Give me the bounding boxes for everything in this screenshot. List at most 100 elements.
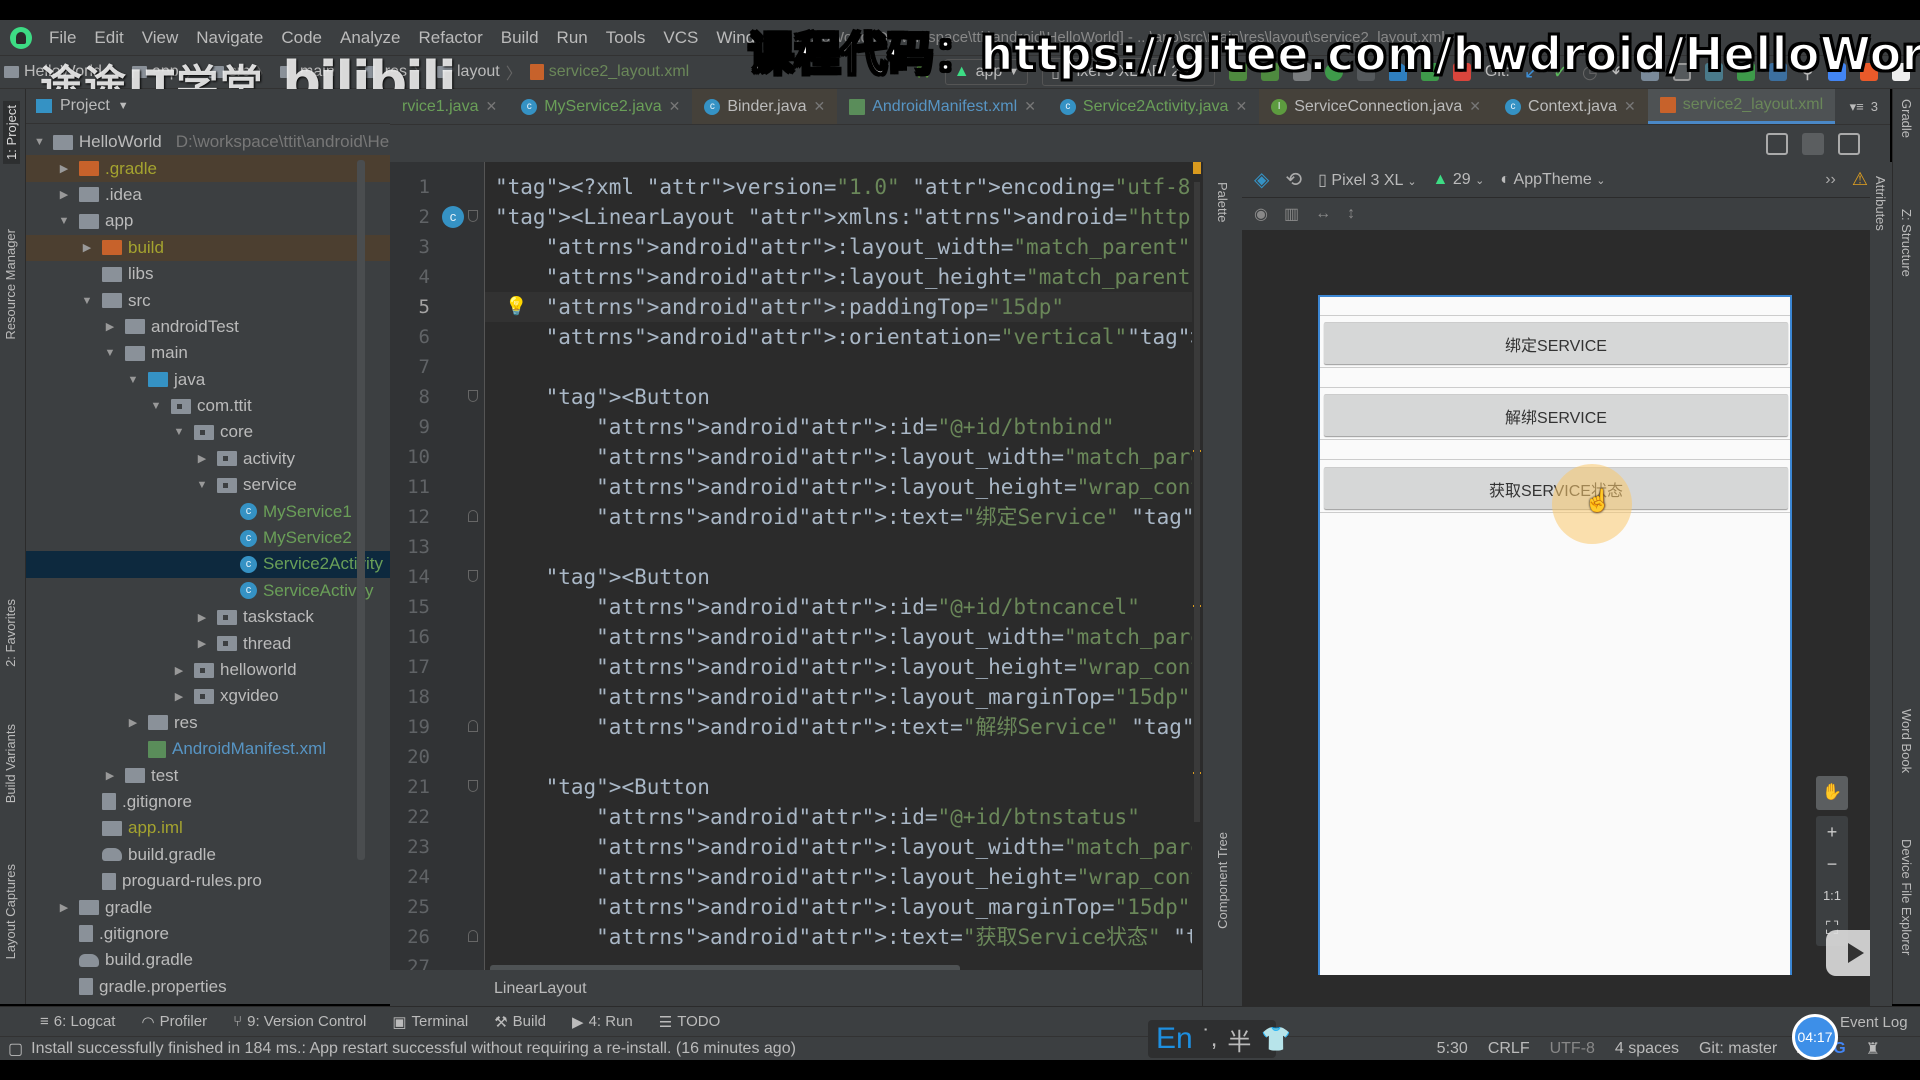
- fold-end-icon[interactable]: [468, 930, 478, 942]
- warning-icon[interactable]: ⚠: [1852, 169, 1868, 190]
- expand-down-icon[interactable]: ▼: [126, 374, 140, 386]
- expand-down-icon[interactable]: ▼: [57, 215, 71, 227]
- code-line[interactable]: "tag"><Button: [495, 772, 710, 802]
- tree-item[interactable]: .gitignore: [26, 789, 390, 815]
- menu-code[interactable]: Code: [272, 28, 331, 48]
- expand-down-icon[interactable]: ▼: [195, 479, 209, 491]
- menu-view[interactable]: View: [133, 28, 188, 48]
- tool-window-build-variants[interactable]: Build Variants: [3, 724, 18, 803]
- ime-skin-icon[interactable]: 👕: [1261, 1025, 1291, 1054]
- zoom-out-button[interactable]: −: [1816, 848, 1848, 880]
- fold-icon[interactable]: [468, 390, 478, 402]
- tabs-overflow-button[interactable]: ▾≡ 3: [1838, 89, 1890, 124]
- ime-language[interactable]: En: [1156, 1022, 1193, 1056]
- menu-tools[interactable]: Tools: [597, 28, 655, 48]
- code-line[interactable]: "attrns">android"attr">:layout_width="ma…: [495, 832, 1202, 862]
- tree-item[interactable]: c MyService1: [26, 498, 390, 524]
- tool-window-word-book[interactable]: Word Book: [1899, 709, 1914, 773]
- fold-icon[interactable]: [468, 780, 478, 792]
- status-toggle-icon[interactable]: ▢: [8, 1039, 23, 1059]
- tree-item[interactable]: ▶ .gradle: [26, 155, 390, 182]
- expand-down-icon[interactable]: ▼: [103, 347, 117, 359]
- tree-item[interactable]: ▼ HelloWorld D:\workspace\ttit\android\Hel…: [26, 129, 390, 155]
- component-tree-tab[interactable]: Component Tree: [1215, 832, 1230, 929]
- fold-icon[interactable]: [468, 210, 478, 222]
- tree-item[interactable]: ▼ app: [26, 208, 390, 234]
- code-line[interactable]: "attrns">android"attr">:paddingTop="15dp…: [485, 292, 1202, 322]
- tool-window-favorites[interactable]: 2: Favorites: [3, 599, 18, 667]
- breadcrumb-file[interactable]: service2_layout.xml: [526, 63, 694, 81]
- inspector-icon[interactable]: ♜: [1866, 1039, 1880, 1059]
- code-line[interactable]: "attrns">android"attr">:layout_marginTop…: [495, 892, 1190, 922]
- preview-button-bind[interactable]: 绑定SERVICE: [1324, 322, 1788, 364]
- tree-item[interactable]: ▼ java: [26, 367, 390, 393]
- pan-hand-icon[interactable]: ✋: [1816, 776, 1848, 810]
- tree-item[interactable]: ▶ androidTest: [26, 314, 390, 340]
- tree-item[interactable]: ▶ test: [26, 762, 390, 788]
- code-line[interactable]: "attrns">android"attr">:layout_width="ma…: [495, 232, 1191, 262]
- indent-setting[interactable]: 4 spaces: [1615, 1040, 1679, 1058]
- fold-end-icon[interactable]: [468, 720, 478, 732]
- expand-right-icon[interactable]: ▶: [172, 690, 186, 703]
- close-icon[interactable]: ✕: [814, 98, 826, 115]
- expand-right-icon[interactable]: ▶: [103, 320, 117, 333]
- tab-myservice1[interactable]: rvice1.java ✕: [390, 89, 509, 124]
- tab-myservice2[interactable]: c MyService2.java ✕: [509, 89, 692, 124]
- expand-right-icon[interactable]: ▶: [195, 637, 209, 650]
- expand-right-icon[interactable]: ▶: [57, 162, 71, 175]
- palette-tab[interactable]: Palette: [1215, 182, 1230, 222]
- code-line[interactable]: "attrns">android"attr">:layout_marginTop…: [495, 682, 1190, 712]
- xml-breadcrumb-item[interactable]: LinearLayout: [494, 980, 587, 997]
- tool-build[interactable]: ⚒ Build: [494, 1013, 546, 1031]
- tree-item[interactable]: ▶ taskstack: [26, 604, 390, 630]
- code-line[interactable]: "attrns">android"attr">:id="@+id/btncanc…: [495, 592, 1140, 622]
- line-separator[interactable]: CRLF: [1488, 1040, 1530, 1058]
- expand-right-icon[interactable]: ▶: [172, 664, 186, 677]
- code-line[interactable]: "tag"><Button: [495, 382, 710, 412]
- menu-analyze[interactable]: Analyze: [331, 28, 409, 48]
- close-icon[interactable]: ✕: [1235, 98, 1247, 115]
- expand-right-icon[interactable]: ▶: [195, 452, 209, 465]
- close-icon[interactable]: ✕: [1024, 98, 1036, 115]
- tree-item[interactable]: AndroidManifest.xml: [26, 736, 390, 762]
- tree-item[interactable]: ▼ core: [26, 419, 390, 445]
- code-line[interactable]: "attrns">android"attr">:layout_height="m…: [495, 262, 1202, 292]
- tool-terminal[interactable]: ▣ Terminal: [392, 1013, 468, 1031]
- menu-run[interactable]: Run: [548, 28, 597, 48]
- tool-window-gradle[interactable]: Gradle: [1899, 99, 1914, 138]
- ime-width-mode[interactable]: 半: [1227, 1022, 1251, 1057]
- code-line[interactable]: "attrns">android"attr">:text="解绑Service"…: [495, 712, 1202, 742]
- tool-window-project[interactable]: 1: Project: [3, 101, 20, 164]
- device-select[interactable]: ▯ Pixel 3 XL ⌄: [1318, 170, 1416, 190]
- tree-item[interactable]: gradle.properties: [26, 974, 390, 1000]
- intention-bulb-icon[interactable]: 💡: [505, 296, 527, 317]
- expand-down-icon[interactable]: ▼: [34, 136, 45, 148]
- menu-vcs[interactable]: VCS: [654, 28, 707, 48]
- warning-marker[interactable]: [1193, 162, 1201, 174]
- tree-item[interactable]: .gitignore: [26, 921, 390, 947]
- code-editor[interactable]: "tag"><?xml "attr">version="1.0" "attr">…: [484, 162, 1202, 970]
- tree-item[interactable]: ▶ build: [26, 234, 390, 261]
- tree-item[interactable]: ▶ thread: [26, 630, 390, 656]
- expand-right-icon[interactable]: ▶: [103, 769, 117, 782]
- horizontal-resize-icon[interactable]: ↔: [1315, 205, 1331, 223]
- code-line[interactable]: "tag"><LinearLayout "attr">xmlns:"attrns…: [495, 202, 1202, 232]
- close-icon[interactable]: ✕: [1469, 98, 1481, 115]
- theme-select[interactable]: ◐ AppTheme ⌄: [1500, 171, 1605, 189]
- tree-item[interactable]: ▼ com.ttit: [26, 393, 390, 419]
- vertical-resize-icon[interactable]: ↕: [1347, 205, 1355, 223]
- menu-navigate[interactable]: Navigate: [187, 28, 272, 48]
- expand-right-icon[interactable]: ▶: [80, 241, 94, 254]
- tool-todo[interactable]: ☰ TODO: [659, 1013, 721, 1031]
- project-view-select[interactable]: Project: [60, 97, 110, 115]
- tab-service2activity[interactable]: c Service2Activity.java ✕: [1048, 89, 1259, 124]
- tree-item[interactable]: ▶ res: [26, 710, 390, 736]
- code-line[interactable]: "attrns">android"attr">:id="@+id/btnstat…: [495, 802, 1140, 832]
- tree-item[interactable]: build.gradle: [26, 947, 390, 973]
- tab-service2-layout[interactable]: service2_layout.xml: [1647, 89, 1836, 124]
- file-encoding[interactable]: UTF-8: [1550, 1040, 1595, 1058]
- design-view-icon[interactable]: [1838, 132, 1860, 155]
- code-line[interactable]: "attrns">android"attr">:text="绑定Service"…: [495, 502, 1202, 532]
- code-line[interactable]: "attrns">android"attr">:layout_height="w…: [495, 652, 1202, 682]
- status-message[interactable]: Install successfully finished in 184 ms.…: [31, 1040, 796, 1058]
